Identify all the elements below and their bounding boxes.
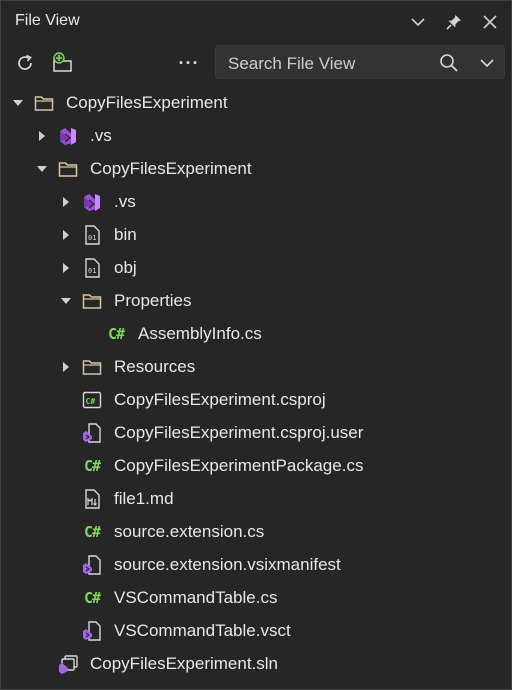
- title-actions: [405, 9, 503, 35]
- collapse-arrow-right-icon[interactable]: [59, 228, 73, 242]
- folder-icon: [57, 158, 79, 180]
- close-icon: [483, 15, 497, 29]
- csproj-icon: C#: [81, 389, 103, 411]
- tree-item-label: .vs: [114, 191, 136, 211]
- collapse-arrow-right-icon[interactable]: [35, 129, 49, 143]
- panel-title: File View: [15, 12, 80, 29]
- tree-item[interactable]: C# source.extension.cs: [1, 515, 511, 548]
- tree-item[interactable]: 01 obj: [1, 251, 511, 284]
- tree-item[interactable]: Resources: [1, 350, 511, 383]
- tree-item-label: obj: [114, 257, 137, 277]
- collapse-arrow-right-icon[interactable]: [59, 360, 73, 374]
- title-bar: File View: [1, 1, 511, 41]
- vs-file-icon: [81, 422, 103, 444]
- tree-item-label: source.extension.cs: [114, 521, 265, 541]
- tree-item-label: source.extension.vsixmanifest: [114, 554, 341, 574]
- folder-icon: [81, 290, 103, 312]
- tree-item[interactable]: C# VSCommandTable.cs: [1, 581, 511, 614]
- tree-item[interactable]: file1.md: [1, 482, 511, 515]
- csharp-icon: C#: [83, 522, 101, 541]
- search-input[interactable]: [226, 51, 430, 77]
- tree-item[interactable]: Properties: [1, 284, 511, 317]
- csharp-icon: C#: [107, 324, 125, 343]
- pin-icon: [446, 15, 461, 30]
- pin-button[interactable]: [441, 9, 467, 35]
- tree-item-label: CopyFilesExperiment.sln: [90, 653, 279, 673]
- tree-item-label: VSCommandTable.vsct: [114, 620, 291, 640]
- toolbar: ···: [1, 43, 511, 81]
- file-view-panel: File View ··· Search File View CopyFiles…: [0, 0, 512, 690]
- tree-item-label: file1.md: [114, 488, 174, 508]
- collapse-arrow-right-icon[interactable]: [59, 261, 73, 275]
- vs-file-icon: [81, 554, 103, 576]
- csharp-icon: C#: [83, 456, 101, 475]
- markdown-file-icon: [81, 488, 103, 510]
- binary-file-icon: 01: [81, 224, 103, 246]
- tree-item[interactable]: .vs: [1, 119, 511, 152]
- tree-item[interactable]: C# CopyFilesExperiment.csproj: [1, 383, 511, 416]
- tree-item-label: CopyFilesExperimentPackage.cs: [114, 455, 364, 475]
- vs-icon: [57, 125, 79, 147]
- tree-item[interactable]: C# AssemblyInfo.cs: [1, 317, 511, 350]
- tree-item[interactable]: CopyFilesExperiment.csproj.user: [1, 416, 511, 449]
- tree-item[interactable]: CopyFilesExperiment.sln: [1, 647, 511, 680]
- chevron-down-icon: [411, 18, 425, 27]
- more-options-button[interactable]: ···: [175, 49, 203, 77]
- tree-item-label: Resources: [114, 356, 196, 376]
- refresh-button[interactable]: [11, 49, 39, 77]
- tree-item-label: .vs: [90, 125, 112, 145]
- tree-item-label: CopyFilesExperiment.csproj.user: [114, 422, 364, 442]
- tree-item[interactable]: 01 bin: [1, 218, 511, 251]
- svg-text:C#: C#: [86, 397, 96, 406]
- options-dropdown-button[interactable]: [405, 9, 431, 35]
- tree-item[interactable]: .vs: [1, 185, 511, 218]
- vs-file-icon: [81, 620, 103, 642]
- tree-item[interactable]: CopyFilesExperiment: [1, 86, 511, 119]
- tree-item[interactable]: source.extension.vsixmanifest: [1, 548, 511, 581]
- search-icon[interactable]: [438, 52, 460, 74]
- tree-item-label: VSCommandTable.cs: [114, 587, 278, 607]
- expand-arrow-down-icon[interactable]: [35, 162, 49, 176]
- more-options-label: ···: [178, 52, 200, 73]
- tree-item[interactable]: C# CopyFilesExperimentPackage.cs: [1, 449, 511, 482]
- search-box: [215, 45, 505, 79]
- refresh-icon: [18, 54, 32, 70]
- tree-item-label: CopyFilesExperiment.csproj: [114, 389, 326, 409]
- add-folder-button[interactable]: [48, 49, 76, 77]
- close-button[interactable]: [477, 9, 503, 35]
- expand-arrow-down-icon[interactable]: [11, 96, 25, 110]
- tree-item-label: CopyFilesExperiment: [90, 158, 252, 178]
- expand-arrow-down-icon[interactable]: [59, 294, 73, 308]
- svg-text:01: 01: [88, 234, 96, 242]
- binary-file-icon: 01: [81, 257, 103, 279]
- tree-item[interactable]: CopyFilesExperiment: [1, 152, 511, 185]
- file-tree: CopyFilesExperiment .vs CopyFilesExperimen…: [1, 86, 511, 680]
- solution-icon: [57, 653, 79, 675]
- collapse-arrow-right-icon[interactable]: [59, 195, 73, 209]
- vs-icon: [81, 191, 103, 213]
- folder-icon: [33, 92, 55, 114]
- tree-item[interactable]: VSCommandTable.vsct: [1, 614, 511, 647]
- tree-item-label: Properties: [114, 290, 192, 310]
- tree-item-label: AssemblyInfo.cs: [138, 323, 262, 343]
- svg-text:01: 01: [88, 267, 96, 275]
- tree-item-label: bin: [114, 224, 137, 244]
- search-options-chevron-icon[interactable]: [478, 54, 496, 72]
- csharp-icon: C#: [83, 588, 101, 607]
- tree-item-label: CopyFilesExperiment: [66, 92, 228, 112]
- folder-icon: [81, 356, 103, 378]
- add-folder-icon: [53, 52, 72, 72]
